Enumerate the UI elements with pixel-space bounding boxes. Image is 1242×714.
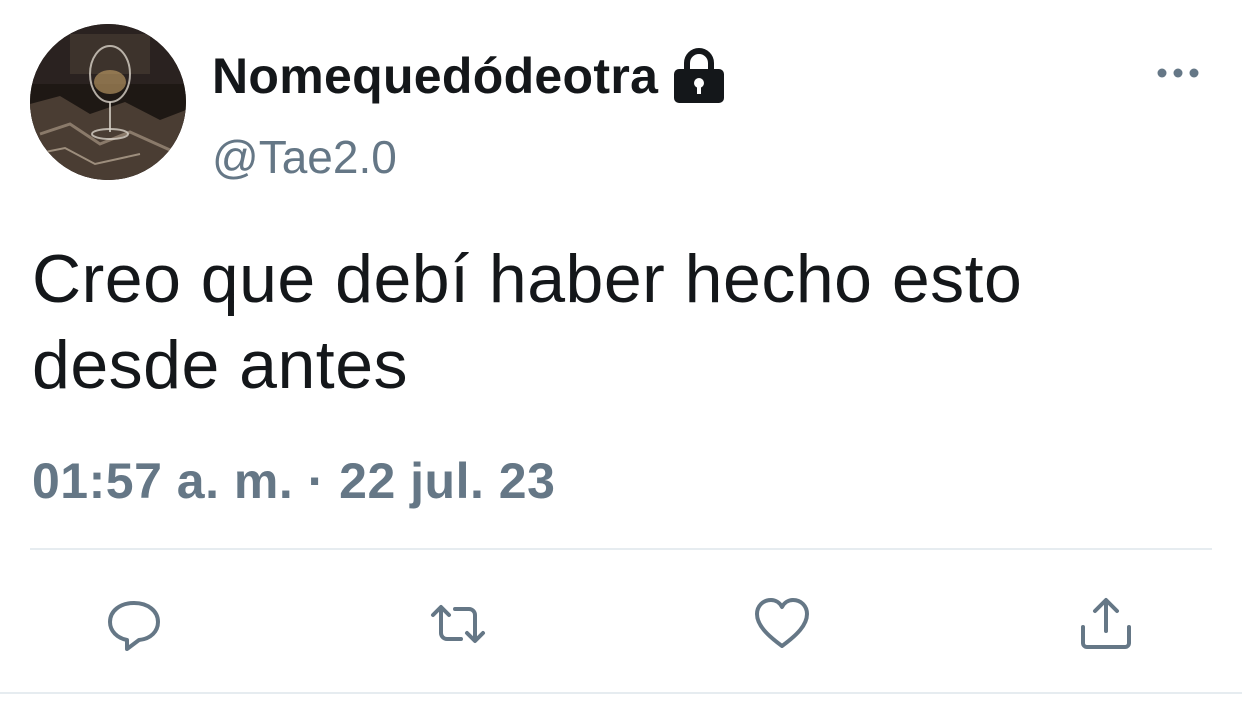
- divider-bottom: [0, 692, 1242, 694]
- display-name-row: Nomequedódeotra: [212, 40, 726, 112]
- tweet-text: Creo que debí haber hecho esto desde ant…: [32, 241, 1023, 403]
- avatar-photo: [30, 24, 186, 180]
- reply-icon: [108, 601, 160, 651]
- retweet-icon: [431, 605, 485, 643]
- more-options-button[interactable]: [1156, 58, 1200, 88]
- more-horizontal-icon: [1157, 68, 1199, 78]
- reply-button[interactable]: [104, 594, 164, 654]
- heart-icon: [755, 598, 809, 648]
- tweet-card: Nomequedódeotra @Tae2.0 Creo que debí ha…: [0, 0, 1242, 714]
- share-icon: [1081, 598, 1131, 649]
- user-handle[interactable]: @Tae2.0: [212, 130, 397, 184]
- lock-icon: [672, 47, 726, 105]
- divider: [30, 548, 1212, 550]
- avatar[interactable]: [30, 24, 186, 180]
- display-name[interactable]: Nomequedódeotra: [212, 47, 658, 105]
- tweet-timestamp[interactable]: 01:57 a. m. · 22 jul. 23: [32, 452, 555, 510]
- like-button[interactable]: [752, 594, 812, 654]
- retweet-button[interactable]: [428, 594, 488, 654]
- share-button[interactable]: [1076, 594, 1136, 654]
